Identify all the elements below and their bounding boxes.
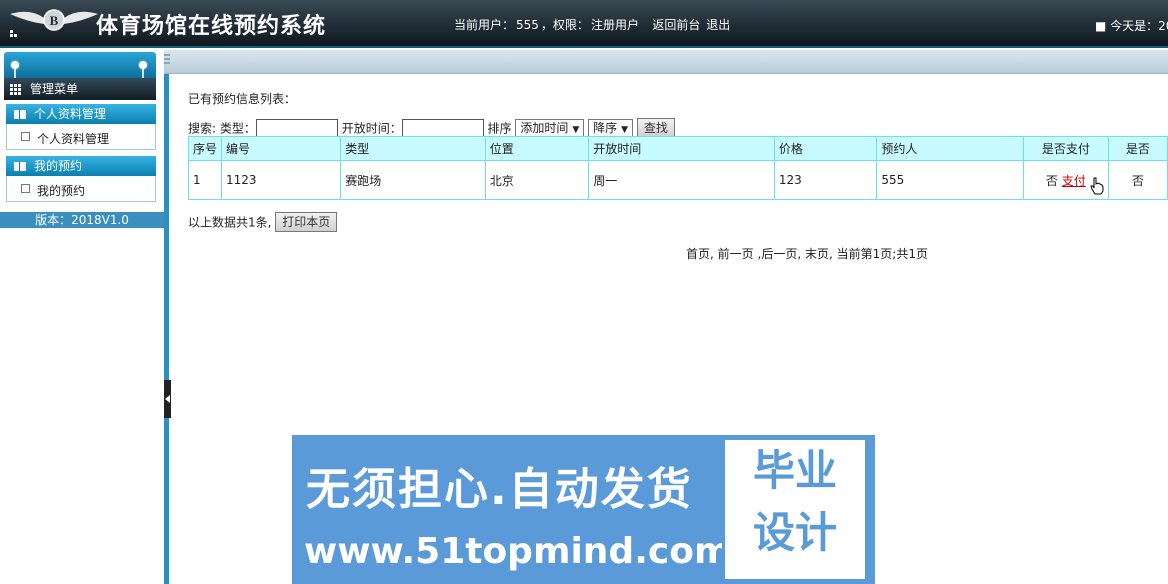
watermark-badge-bottom: 设计	[752, 508, 837, 557]
first-page-link[interactable]: 首页	[686, 247, 710, 261]
column-header: 类型	[340, 136, 486, 161]
column-header: 序号	[187, 136, 223, 161]
prev-page-link[interactable]: 前一页	[718, 247, 754, 261]
column-header: 开放时间	[588, 136, 775, 161]
document-icon	[21, 132, 30, 141]
bentley-logo-icon: B	[10, 9, 98, 37]
watermark-text-area: 无须担心.自动发货 www.51topmind.com	[292, 435, 731, 584]
search-type-label: 搜索: 类型：	[188, 121, 256, 136]
menu-title: 管理菜单	[4, 78, 156, 100]
search-button[interactable]: 查找	[636, 118, 675, 138]
watermark-banner: 无须担心.自动发货 www.51topmind.com 毕业 设计	[292, 435, 875, 584]
book-icon	[14, 162, 26, 171]
summary-text: 以上数据共1条,	[188, 215, 272, 230]
sidebar-header	[4, 52, 156, 81]
total-pages: 共1页	[896, 247, 928, 261]
open-time-label: 开放时间：	[341, 121, 402, 136]
user-prefix: 当前用户：	[454, 18, 515, 32]
hand-cursor-icon	[1090, 177, 1104, 195]
pay-link[interactable]: 支付	[1062, 174, 1086, 188]
sort-field-select[interactable]: 添加时间 ▼	[515, 119, 585, 137]
cell-booker: 555	[876, 160, 1024, 200]
sort-field-value: 添加时间	[520, 121, 569, 135]
sidebar-group-label: 我的预约	[34, 159, 83, 173]
cell-last: 否	[1107, 160, 1168, 200]
paid-status: 否	[1045, 173, 1058, 188]
sidebar-group-body: 我的预约	[6, 176, 156, 202]
sidebar: 管理菜单 个人资料管理 个人资料管理 我的预约 我的预约 版本：2018V1.0	[0, 50, 164, 584]
summary-row: 以上数据共1条, 打印本页	[188, 212, 338, 232]
print-page-button[interactable]: 打印本页	[275, 212, 338, 232]
watermark-url: www.51topmind.com	[304, 531, 732, 572]
sidebar-item-profile-manage[interactable]: 个人资料管理	[21, 130, 109, 147]
dropdown-arrow-icon: ▼	[621, 125, 629, 135]
role-prefix: ，权限：	[540, 18, 589, 32]
column-header: 是否支付	[1022, 136, 1109, 161]
sidebar-group-label: 个人资料管理	[34, 107, 107, 121]
current-page: 当前第1页	[836, 247, 893, 261]
pin-icon	[10, 60, 20, 81]
dropdown-arrow-icon: ▼	[572, 125, 580, 135]
next-page-link[interactable]: 后一页	[761, 247, 797, 261]
column-header: 位置	[484, 136, 590, 161]
grid-icon	[10, 84, 24, 95]
last-page-link[interactable]: 末页	[805, 247, 829, 261]
table-header-row: 序号 编号 类型 位置 开放时间 价格 预约人 是否支付 是否	[187, 136, 1168, 161]
user-name: 555	[516, 18, 539, 32]
document-icon	[21, 184, 30, 193]
column-header: 价格	[773, 136, 878, 161]
pagination: 首页, 前一页 ,后一页, 末页, 当前第1页;共1页	[686, 247, 928, 261]
search-bar: 搜索: 类型： 开放时间： 排序 添加时间 ▼ 降序 ▼ 查找	[188, 118, 675, 138]
cell-price: 123	[773, 160, 878, 200]
svg-text:B: B	[50, 13, 59, 28]
watermark-slogan: 无须担心.自动发货	[306, 464, 693, 515]
logout-link[interactable]: 退出	[706, 18, 730, 32]
sort-order-select[interactable]: 降序 ▼	[588, 119, 634, 137]
list-title: 已有预约信息列表：	[188, 92, 297, 106]
sidebar-group-profile[interactable]: 个人资料管理	[6, 104, 156, 124]
table-row: 1 1123 赛跑场 北京 周一 123 555 否 支付 否	[187, 160, 1168, 200]
column-header: 编号	[221, 136, 342, 161]
sort-label: 排序	[487, 121, 512, 136]
pin-icon	[138, 60, 148, 81]
cell-index: 1	[187, 160, 223, 200]
sidebar-item-my-booking[interactable]: 我的预约	[21, 182, 85, 199]
column-header: 预约人	[876, 136, 1024, 161]
cell-open-time: 周一	[588, 160, 775, 200]
back-to-front-link[interactable]: 返回前台	[652, 18, 700, 32]
booking-table: 序号 编号 类型 位置 开放时间 价格 预约人 是否支付 是否 1 1123 赛…	[187, 136, 1168, 200]
sort-order-value: 降序	[593, 121, 618, 135]
sidebar-item-label: 个人资料管理	[37, 132, 110, 146]
top-header: B 体育场馆在线预约系统 当前用户： 555 ，权限： 注册用户 返回前台 退出 ■ …	[0, 0, 1168, 48]
version-label: 版本：2018V1.0	[0, 212, 164, 228]
menu-title-label: 管理菜单	[30, 82, 79, 96]
app-title: 体育场馆在线预约系统	[96, 13, 327, 39]
watermark-badge: 毕业 设计	[722, 437, 868, 582]
sidebar-divider	[164, 74, 169, 584]
book-icon	[14, 110, 26, 119]
sidebar-group-booking[interactable]: 我的预约	[6, 156, 156, 176]
today-date: ■ 今天是：20	[1095, 19, 1168, 33]
sidebar-item-label: 我的预约	[37, 184, 86, 198]
user-info: 当前用户： 555 ，权限： 注册用户 返回前台 退出	[454, 16, 732, 33]
cell-location: 北京	[484, 160, 590, 200]
open-time-input[interactable]	[401, 119, 484, 137]
column-header: 是否	[1107, 136, 1168, 161]
watermark-badge-top: 毕业	[752, 446, 837, 495]
cell-type: 赛跑场	[340, 160, 486, 200]
toolbar-strip	[0, 50, 1168, 74]
role-name: 注册用户	[590, 18, 639, 32]
type-input[interactable]	[255, 119, 338, 137]
sidebar-group-body: 个人资料管理	[6, 124, 156, 150]
cell-code: 1123	[221, 160, 342, 200]
